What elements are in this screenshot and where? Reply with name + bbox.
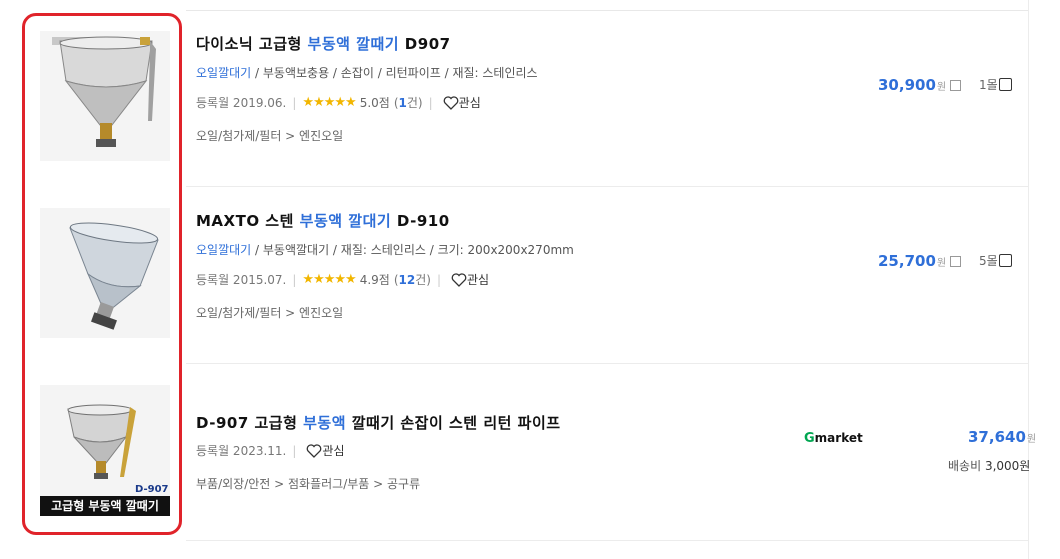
seller-count[interactable]: 1몰 [979, 76, 1012, 93]
product-category[interactable]: 부품/외장/안전 > 점화플러그/부품 > 공구류 [196, 475, 420, 492]
registration-date: 등록월 2019.06. [196, 96, 287, 110]
rating-score: 5.0점 [359, 96, 390, 110]
product-price[interactable]: 37,640원 [968, 428, 1036, 446]
product-title[interactable]: MAXTO 스텐 부동액 깔대기 D-910 [196, 210, 450, 231]
wishlist-button[interactable]: 관심 [451, 271, 489, 288]
row-divider [186, 186, 1028, 187]
product-category[interactable]: 오일/첨가제/필터 > 엔진오일 [196, 127, 343, 144]
wishlist-button[interactable]: 관심 [443, 94, 481, 111]
heart-icon [307, 443, 322, 458]
shipping-fee: 배송비 3,000원 [948, 459, 1031, 473]
meta-divider: | [436, 272, 441, 287]
product-specs: 오일깔대기 / 부동액보충용 / 손잡이 / 리턴파이프 / 재질: 스테인리스 [196, 66, 538, 80]
compare-checkbox[interactable] [998, 254, 1012, 267]
seller-count[interactable]: 5몰 [979, 252, 1012, 269]
review-count-link[interactable]: (1건) [394, 94, 423, 111]
heart-icon [451, 272, 467, 287]
row-divider [186, 540, 1028, 541]
price-compare-icon [950, 256, 962, 267]
product-meta: 등록월 2019.06. | ★★★★★ 5.0점 (1건) | 관심 [196, 94, 481, 111]
meta-divider: | [428, 95, 433, 110]
review-count-link[interactable]: (12건) [394, 271, 431, 288]
price-compare-icon [950, 80, 962, 91]
wishlist-button[interactable]: 관심 [306, 442, 345, 459]
image-column-highlight [22, 13, 182, 535]
product-title[interactable]: 다이소닉 고급형 부동액 깔때기 D907 [196, 33, 451, 54]
compare-checkbox[interactable] [998, 78, 1012, 91]
registration-date: 등록월 2023.11. [196, 444, 287, 458]
product-meta: 등록월 2015.07. | ★★★★★ 4.9점 (12건) | 관심 [196, 271, 489, 288]
meta-divider: | [292, 443, 297, 458]
meta-divider: | [292, 272, 297, 287]
product-price[interactable]: 25,700원 [878, 252, 962, 270]
product-meta: 등록월 2023.11. | 관심 [196, 442, 345, 459]
row-divider [186, 363, 1028, 364]
product-category[interactable]: 오일/첨가제/필터 > 엔진오일 [196, 304, 343, 321]
product-specs: 오일깔대기 / 부동액깔대기 / 재질: 스테인리스 / 크기: 200x200… [196, 243, 574, 257]
rating-stars: ★★★★★ [302, 272, 356, 287]
product-title[interactable]: D-907 고급형 부동액 깔때기 손잡이 스텐 리턴 파이프 [196, 412, 561, 433]
top-divider [186, 10, 1028, 11]
registration-date: 등록월 2015.07. [196, 273, 287, 287]
rating-score: 4.9점 [359, 273, 390, 287]
mall-logo-gmarket[interactable]: Gmarket [804, 431, 863, 446]
rating-stars: ★★★★★ [302, 95, 356, 110]
product-price[interactable]: 30,900원 [878, 76, 962, 94]
meta-divider: | [292, 95, 297, 110]
right-border [1028, 0, 1029, 559]
heart-icon [443, 95, 459, 110]
